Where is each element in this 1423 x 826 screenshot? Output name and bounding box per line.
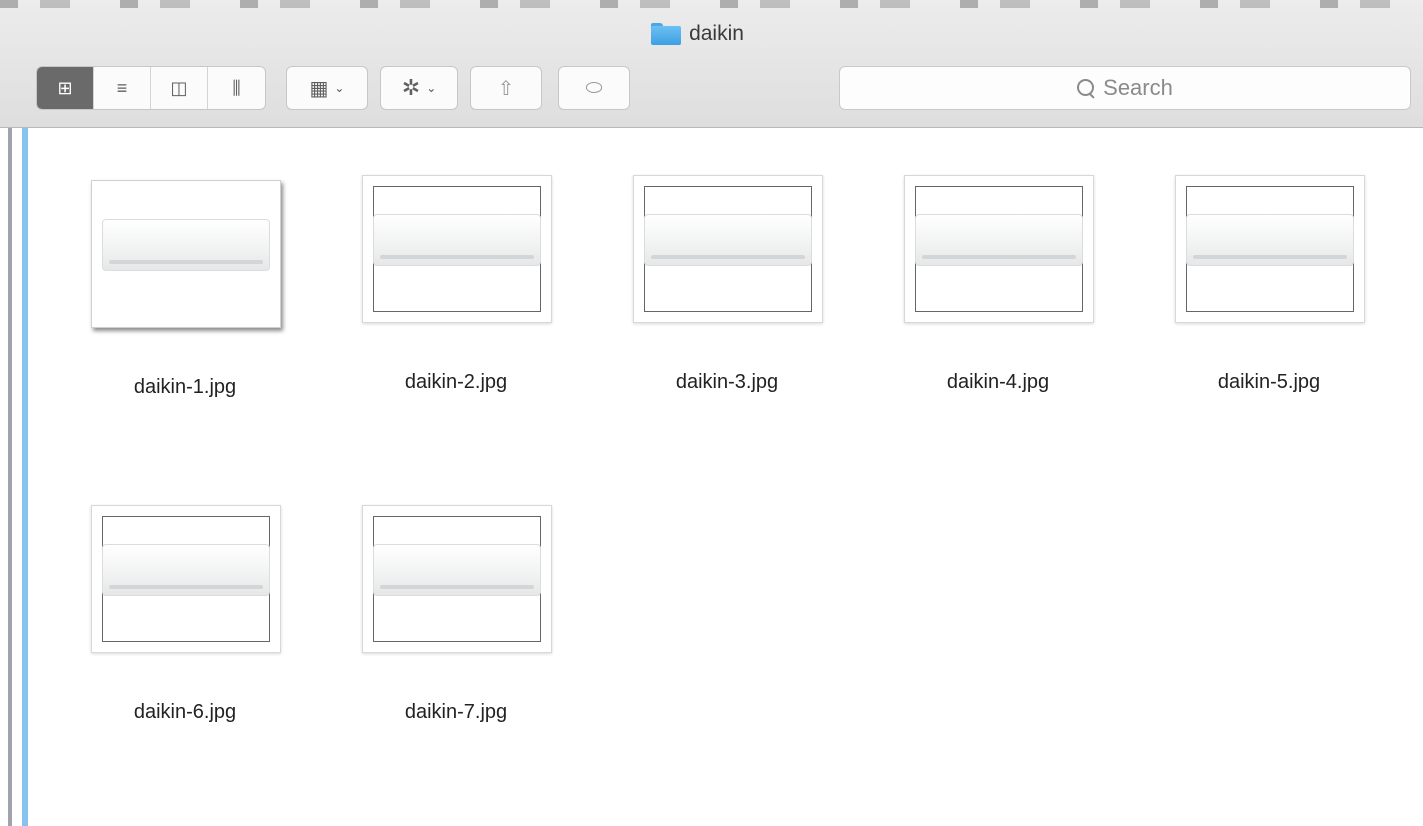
sidebar-edge [0, 128, 30, 826]
file-thumbnail[interactable] [1175, 175, 1365, 323]
air-conditioner-image [644, 214, 812, 266]
file-item[interactable]: daikin-1.jpg [85, 180, 285, 440]
file-name[interactable]: daikin-3.jpg [627, 371, 827, 394]
folder-icon [651, 23, 682, 45]
share-button[interactable]: ⇧ [470, 66, 542, 110]
file-item[interactable]: daikin-5.jpg [1169, 175, 1369, 435]
file-thumbnail[interactable] [362, 175, 552, 323]
file-item[interactable]: daikin-3.jpg [627, 175, 827, 435]
file-thumbnail[interactable] [91, 505, 281, 653]
window-title: daikin [0, 22, 1423, 46]
gallery-icon: ⫼ [232, 77, 241, 98]
file-item[interactable]: daikin-7.jpg [356, 505, 556, 765]
search-icon [1077, 79, 1095, 97]
tab-strip [0, 0, 1423, 8]
arrange-icon: ▦ [309, 77, 329, 100]
file-name[interactable]: daikin-2.jpg [356, 371, 556, 394]
tags-button[interactable]: ⬭ [558, 66, 630, 110]
list-icon: ≡ [116, 77, 128, 98]
air-conditioner-image [102, 219, 270, 271]
air-conditioner-image [915, 214, 1083, 266]
view-icons-button[interactable]: ⊞ [37, 67, 94, 109]
file-thumbnail[interactable] [633, 175, 823, 323]
file-item[interactable]: daikin-4.jpg [898, 175, 1098, 435]
sidebar-divider [8, 128, 12, 826]
file-name[interactable]: daikin-1.jpg [85, 376, 285, 399]
file-grid: daikin-1.jpg daikin-2.jpg daikin-3.jpg d… [30, 128, 1423, 826]
window-title-text: daikin [689, 22, 744, 45]
air-conditioner-image [102, 544, 270, 596]
air-conditioner-image [1186, 214, 1354, 266]
scroll-indicator[interactable] [22, 128, 28, 826]
file-item[interactable]: daikin-2.jpg [356, 175, 556, 435]
view-gallery-button[interactable]: ⫼ [208, 67, 265, 109]
view-columns-button[interactable]: ◫ [151, 67, 208, 109]
icon-grid-icon: ⊞ [57, 77, 73, 98]
file-name[interactable]: daikin-5.jpg [1169, 371, 1369, 394]
action-button[interactable]: ✲ ⌄ [380, 66, 458, 110]
file-name[interactable]: daikin-4.jpg [898, 371, 1098, 394]
air-conditioner-image [373, 544, 541, 596]
chevron-down-icon: ⌄ [334, 81, 345, 95]
window-titlebar: daikin ⊞ ≡ ◫ ⫼ ▦ ⌄ ✲ ⌄ ⇧ ⬭ Search [0, 0, 1423, 128]
file-name[interactable]: daikin-6.jpg [85, 701, 285, 724]
view-list-button[interactable]: ≡ [94, 67, 151, 109]
search-placeholder: Search [1103, 75, 1173, 100]
gear-icon: ✲ [401, 75, 421, 100]
air-conditioner-image [373, 214, 541, 266]
view-mode-segmented-control: ⊞ ≡ ◫ ⫼ [36, 66, 266, 110]
file-name[interactable]: daikin-7.jpg [356, 701, 556, 724]
columns-icon: ◫ [170, 77, 188, 98]
tag-icon: ⬭ [585, 76, 603, 99]
file-item[interactable]: daikin-6.jpg [85, 505, 285, 765]
file-thumbnail[interactable] [904, 175, 1094, 323]
arrange-button[interactable]: ▦ ⌄ [286, 66, 368, 110]
share-icon: ⇧ [497, 77, 515, 100]
search-field[interactable]: Search [839, 66, 1411, 110]
file-thumbnail[interactable] [362, 505, 552, 653]
toolbar: ⊞ ≡ ◫ ⫼ ▦ ⌄ ✲ ⌄ ⇧ ⬭ Search [36, 66, 1411, 110]
file-thumbnail[interactable] [91, 180, 281, 328]
chevron-down-icon: ⌄ [426, 81, 437, 95]
